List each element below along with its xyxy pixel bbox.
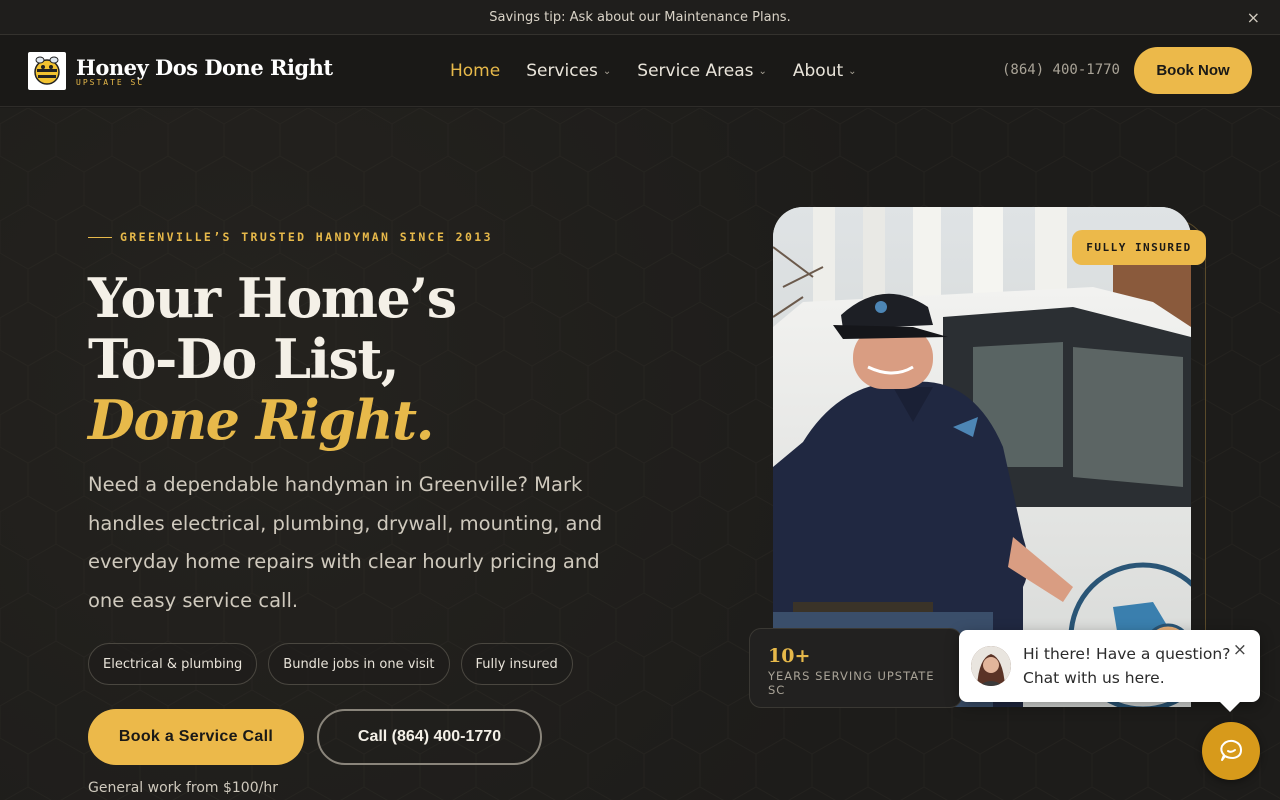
close-icon[interactable]: × (1233, 640, 1247, 660)
chat-icon (1220, 739, 1242, 761)
eyebrow-line (88, 236, 112, 238)
hero-headline: Your Home’s To-Do List, Done Right. (88, 266, 457, 452)
eyebrow-text: GREENVILLE’S TRUSTED HANDYMAN SINCE 2013 (120, 230, 493, 244)
feature-chip: Electrical & plumbing (88, 643, 258, 685)
site-header: Honey Dos Done Right UPSTATE SC Home Ser… (0, 35, 1280, 107)
feature-chips: Electrical & plumbing Bundle jobs in one… (88, 643, 573, 685)
nav-label: Home (450, 61, 501, 81)
book-service-call-button[interactable]: Book a Service Call (88, 709, 304, 765)
header-phone-link[interactable]: (864) 400-1770 (1002, 62, 1120, 78)
nav-service-areas[interactable]: Service Areas ⌄ (637, 61, 767, 81)
chat-prompt[interactable]: Hi there! Have a question? Chat with us … (959, 630, 1260, 712)
nav-label: About (792, 61, 844, 81)
brand-subtitle: UPSTATE SC (76, 77, 145, 87)
feature-chip: Fully insured (460, 643, 573, 685)
chevron-down-icon: ⌄ (602, 65, 612, 77)
nav-home[interactable]: Home (450, 61, 500, 81)
bee-logo-icon (28, 51, 66, 90)
years-stat-card: 10+ YEARS SERVING UPSTATE SC (749, 628, 962, 708)
stat-number: 10+ (768, 645, 811, 667)
chevron-down-icon: ⌄ (758, 65, 767, 77)
feature-chip: Bundle jobs in one visit (268, 643, 450, 685)
agent-avatar (971, 646, 1011, 686)
chat-line-2: Chat with us here. (1023, 669, 1165, 687)
brand-name: Honey Dos Done Right (76, 54, 333, 80)
close-icon[interactable]: × (1247, 8, 1260, 27)
nav-label: Service Areas (637, 61, 754, 81)
nav-about[interactable]: About ⌄ (793, 61, 857, 81)
nav-label: Services (526, 61, 598, 81)
headline-accent: Done Right. (88, 388, 434, 452)
chevron-down-icon: ⌄ (848, 65, 857, 77)
price-note: General work from $100/hr (88, 780, 278, 796)
main-nav: Home Services ⌄ Service Areas ⌄ About ⌄ (450, 35, 857, 107)
hero-eyebrow: GREENVILLE’S TRUSTED HANDYMAN SINCE 2013 (88, 230, 493, 244)
headline-line-1: Your Home’s (88, 266, 457, 330)
announcement-bar: Savings tip: Ask about our Maintenance P… (0, 0, 1280, 35)
chat-line-1: Hi there! Have a question? (1023, 645, 1231, 663)
stat-label: YEARS SERVING UPSTATE SC (768, 669, 935, 697)
book-now-button[interactable]: Book Now (1134, 47, 1252, 94)
fully-insured-badge: FULLY INSURED (1072, 230, 1206, 265)
hero-ctas: Book a Service Call Call (864) 400-1770 (88, 709, 542, 765)
logo[interactable]: Honey Dos Done Right UPSTATE SC (28, 51, 333, 90)
chat-message: Hi there! Have a question? Chat with us … (1023, 642, 1230, 690)
chat-launcher-button[interactable] (1202, 722, 1260, 780)
call-phone-button[interactable]: Call (864) 400-1770 (317, 709, 542, 765)
nav-services[interactable]: Services ⌄ (526, 61, 611, 81)
headline-line-2: To-Do List, (88, 327, 400, 391)
announcement-text: Savings tip: Ask about our Maintenance P… (489, 9, 791, 25)
hero-description: Need a dependable handyman in Greenville… (88, 473, 603, 612)
